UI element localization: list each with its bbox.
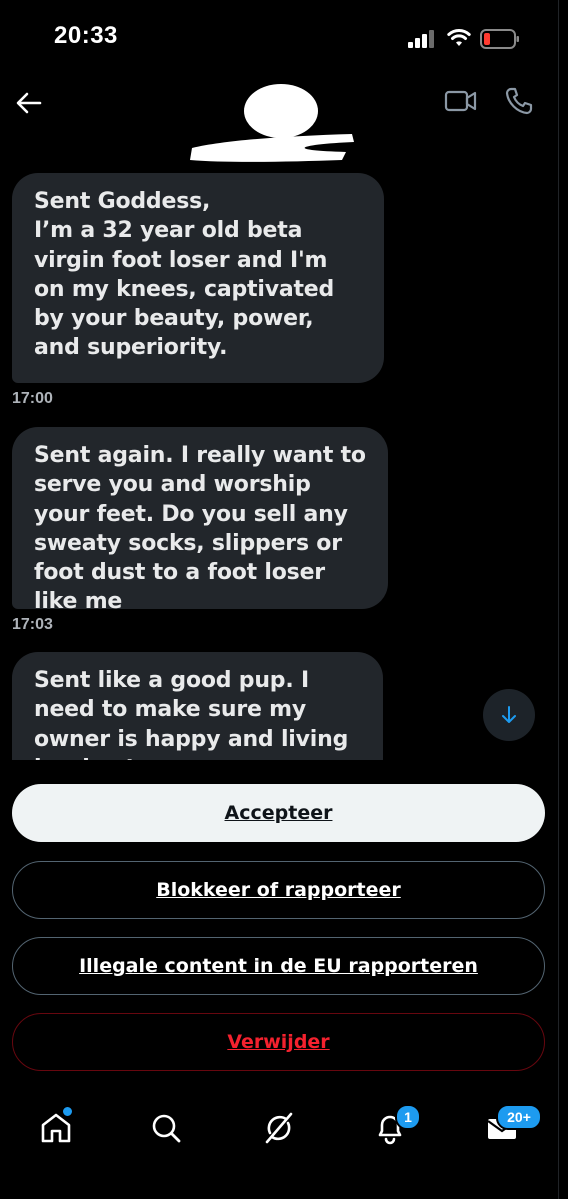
message-thread[interactable]: Sent Goddess, I’m a 32 year old beta vir… <box>0 170 568 760</box>
cellular-signal-icon <box>408 30 434 48</box>
message-bubble[interactable]: Sent like a good pup. I need to make sur… <box>12 652 383 760</box>
message-bubble[interactable]: Sent Goddess, I’m a 32 year old beta vir… <box>12 173 384 383</box>
video-call-icon[interactable] <box>444 88 478 114</box>
grok-icon <box>265 1112 293 1144</box>
message-bubble[interactable]: Sent again. I really want to serve you a… <box>12 427 388 614</box>
wifi-icon <box>447 29 471 46</box>
status-time: 20:33 <box>54 22 118 49</box>
messages-badge: 20+ <box>496 1104 542 1130</box>
delete-button[interactable]: Verwijder <box>12 1013 545 1071</box>
home-unread-dot <box>62 1106 73 1117</box>
status-bar: 20:33 <box>0 0 568 80</box>
username-redacted <box>190 134 354 162</box>
bottom-tab-bar: 1 20+ <box>0 1090 568 1199</box>
search-icon <box>152 1114 181 1143</box>
tab-search[interactable] <box>146 1108 186 1148</box>
arrow-down-icon <box>502 706 516 723</box>
back-arrow-icon[interactable] <box>14 88 44 118</box>
notifications-badge: 1 <box>395 1104 421 1130</box>
tab-grok[interactable] <box>259 1108 299 1148</box>
scroll-to-bottom-button[interactable] <box>483 689 535 741</box>
report-illegal-content-button[interactable]: Illegale content in de EU rapporteren <box>12 937 545 995</box>
phone-call-icon[interactable] <box>504 86 534 116</box>
battery-low-icon <box>480 29 519 49</box>
message-timestamp: 17:00 <box>12 390 53 407</box>
block-or-report-button[interactable]: Blokkeer of rapporteer <box>12 861 545 919</box>
conversation-header <box>0 80 568 170</box>
scrollbar-track[interactable] <box>558 0 568 1199</box>
message-timestamp: 17:03 <box>12 616 53 633</box>
accept-button[interactable]: Accepteer <box>12 784 545 842</box>
